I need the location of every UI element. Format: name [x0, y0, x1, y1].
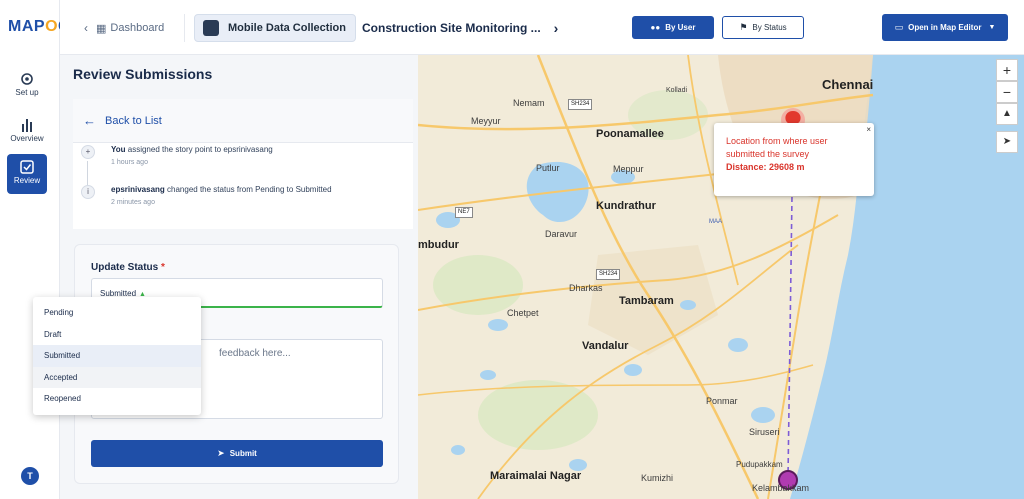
activity-time: 1 hours ago: [111, 159, 148, 166]
map-label-meppur: Meppur: [613, 164, 644, 174]
status-option-reopened[interactable]: Reopened: [33, 388, 201, 410]
activity-text: changed the status from Pending to Submi…: [164, 185, 332, 194]
gear-icon: [21, 73, 33, 85]
map-label-kelambakkam: Kelambakkam: [752, 483, 810, 493]
chevron-down-icon: ▼: [988, 24, 996, 31]
left-rail: MAPOG Set up Overview Review T: [0, 0, 70, 499]
user-avatar[interactable]: T: [21, 467, 39, 485]
breadcrumb-mobile[interactable]: Mobile Data Collection: [194, 14, 356, 42]
breadcrumb-mobile-label: Mobile Data Collection: [228, 22, 346, 34]
activity-user: epsrinivasang: [111, 185, 165, 194]
compass-button[interactable]: ▲: [996, 103, 1018, 125]
activity-list: + You assigned the story point to epsrin…: [73, 143, 413, 229]
breadcrumb-dashboard-label: Dashboard: [110, 22, 165, 34]
map-label-vandalur: Vandalur: [582, 340, 629, 352]
popup-distance: Distance: 29608 m: [726, 162, 805, 172]
activity-timeline: [87, 161, 88, 187]
status-option-submitted[interactable]: Submitted: [33, 345, 201, 367]
back-to-list-link[interactable]: ← Back to List: [73, 99, 413, 143]
map-label-nemam: Nemam: [513, 98, 545, 108]
by-status-label: By Status: [752, 23, 787, 32]
popup-line-1: Location from where user: [726, 136, 828, 146]
highway-badge: NE7: [455, 207, 473, 218]
flag-icon: ⚑: [739, 22, 748, 32]
close-icon[interactable]: ×: [866, 123, 871, 136]
zoom-out-button[interactable]: −: [996, 81, 1018, 103]
location-popup: × Location from where user submitted the…: [714, 123, 874, 196]
grid-icon: ▦: [96, 22, 107, 35]
status-option-draft[interactable]: Draft: [33, 324, 201, 346]
map-label-kolladi: Kolladi: [666, 87, 688, 94]
map-label-dharkas: Dharkas: [569, 283, 603, 293]
by-status-button[interactable]: ⚑ By Status: [722, 16, 804, 39]
breadcrumb-separator: [184, 14, 185, 42]
rail-review-label: Review: [13, 176, 41, 185]
map-label-chennai: Chennai: [822, 77, 874, 92]
submit-label: Submit: [229, 449, 257, 458]
map-label-kundrathur: Kundrathur: [596, 200, 656, 212]
update-status-label: Update Status *: [91, 262, 165, 273]
rail-overview[interactable]: Overview: [7, 112, 47, 152]
activity-text: assigned the story point to epsrinivasan…: [125, 145, 273, 154]
highway-badge: SH234: [568, 99, 593, 110]
map-label-putlur: Putlur: [536, 163, 560, 173]
map-label-meyyur: Meyyur: [471, 116, 501, 126]
by-user-button[interactable]: ●● By User: [632, 16, 714, 39]
map-label-chetpet: Chetpet: [507, 308, 539, 318]
map-icon: ▭: [894, 22, 904, 32]
chevron-left-icon: ‹: [84, 21, 88, 35]
status-option-accepted[interactable]: Accepted: [33, 366, 201, 388]
map-label-poonamallee: Poonamallee: [596, 128, 664, 140]
locate-button[interactable]: ➤: [996, 131, 1018, 153]
feedback-placeholder: feedback here...: [219, 348, 291, 359]
map-view[interactable]: Chennai Nemam SH234 Meyyur Kolladi Poona…: [418, 55, 1024, 499]
required-marker: *: [161, 262, 165, 273]
map-label-maa: MAA: [709, 219, 723, 225]
map-label-tambaram: Tambaram: [619, 295, 674, 307]
map-label-kumizhi: Kumizhi: [641, 473, 674, 483]
back-to-list-label: Back to List: [105, 114, 162, 127]
send-icon: ➤: [217, 448, 225, 458]
navigation-arrow-icon: ➤: [1002, 136, 1012, 147]
activity-time: 2 minutes ago: [111, 199, 155, 206]
by-user-label: By User: [665, 23, 696, 32]
highway-badge: SH234: [596, 269, 621, 280]
rail-setup-label: Set up: [15, 88, 39, 97]
breadcrumb-project[interactable]: Construction Site Monitoring ... ›: [362, 14, 558, 42]
map-label-mbudur: mbudur: [418, 239, 459, 251]
rail-overview-label: Overview: [10, 134, 44, 143]
map-label-pudupakkam: Pudupakkam: [736, 460, 783, 469]
users-icon: ●●: [650, 23, 661, 32]
rail-review[interactable]: Review: [7, 154, 47, 194]
map-canvas: [418, 55, 1024, 499]
page-title: Review Submissions: [73, 66, 213, 82]
status-option-pending[interactable]: Pending: [33, 302, 201, 324]
map-label-maraimalai-nagar: Maraimalai Nagar: [490, 470, 582, 482]
review-panel: Review Submissions ← Back to List + You …: [60, 55, 418, 499]
chevron-right-icon: ›: [553, 20, 559, 36]
map-label-daravur: Daravur: [545, 229, 578, 239]
arrow-left-icon: ←: [83, 113, 96, 128]
open-map-editor-label: Open in Map Editor: [908, 23, 982, 32]
popup-line-2: submitted the survey: [726, 149, 810, 159]
checkbox-icon: [20, 160, 34, 174]
info-icon: i: [81, 185, 95, 199]
compass-icon: ▲: [1002, 108, 1012, 119]
zoom-in-button[interactable]: +: [996, 59, 1018, 81]
activity-user: You: [111, 145, 126, 154]
map-label-siruseri: Siruseri: [749, 427, 780, 437]
open-map-editor-button[interactable]: ▭ Open in Map Editor ▼: [882, 14, 1008, 41]
submit-button[interactable]: ➤ Submit: [91, 440, 383, 467]
rail-setup[interactable]: Set up: [7, 66, 47, 106]
top-bar: ‹ ▦ Dashboard Mobile Data Collection Con…: [60, 0, 1024, 55]
bar-chart-icon: [22, 119, 32, 132]
breadcrumb-project-label: Construction Site Monitoring ...: [362, 21, 541, 35]
map-label-ponmar: Ponmar: [706, 396, 738, 406]
database-icon: [203, 20, 219, 36]
user-add-icon: +: [81, 145, 95, 159]
status-dropdown-menu: Pending Draft Submitted Accepted Reopene…: [33, 297, 201, 415]
breadcrumb-dashboard[interactable]: ‹ ▦ Dashboard: [84, 14, 164, 42]
